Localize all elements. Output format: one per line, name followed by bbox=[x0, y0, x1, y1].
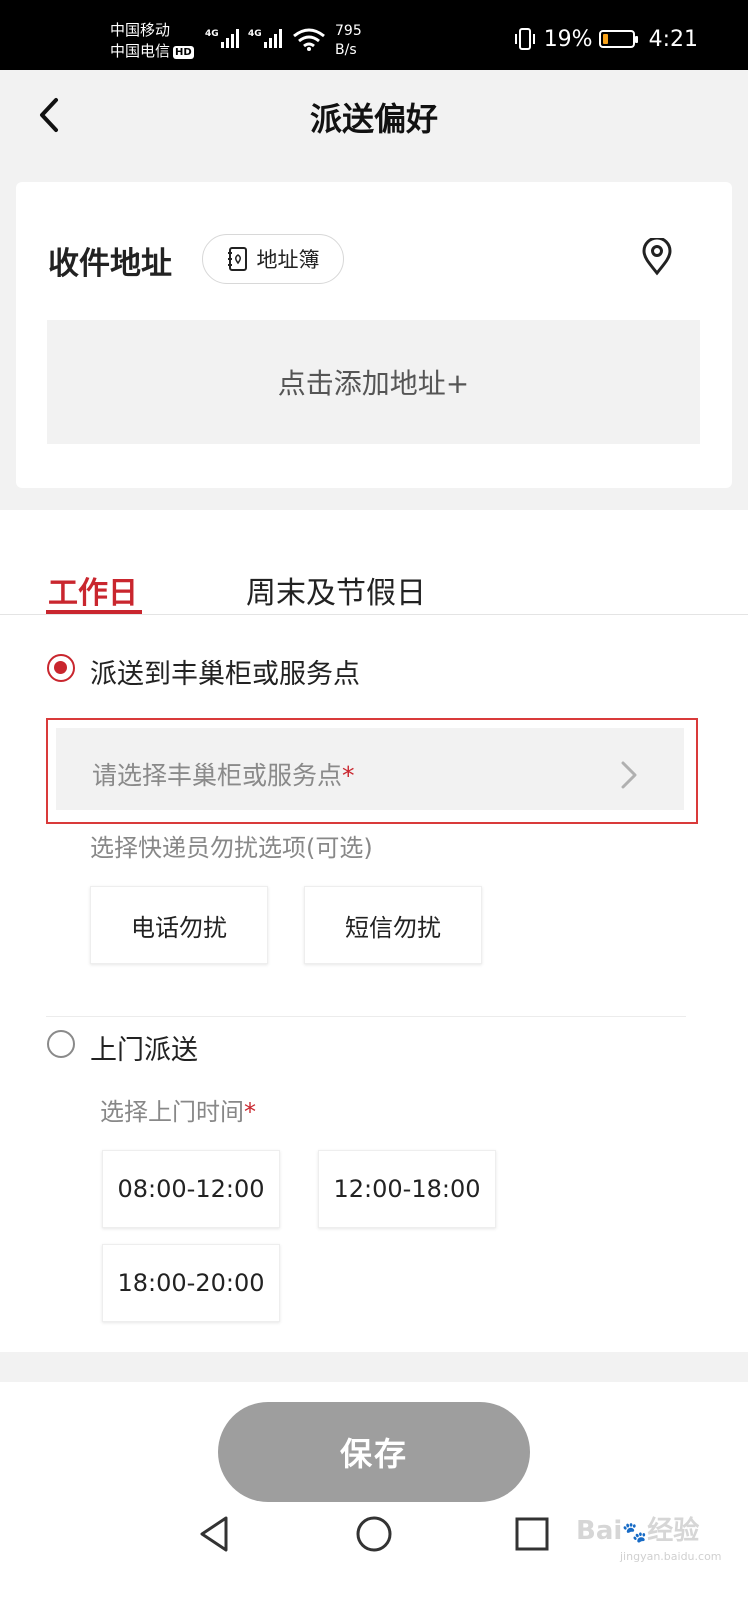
save-button[interactable]: 保存 bbox=[218, 1402, 530, 1502]
chevron-right-icon bbox=[621, 761, 637, 789]
delivery-options-panel: 工作日 周末及节假日 派送到丰巢柜或服务点 请选择丰巢柜或服务点* 选择快递员勿… bbox=[0, 510, 748, 1352]
time-slot-chip[interactable]: 12:00-18:00 bbox=[318, 1150, 496, 1228]
locker-picker-placeholder: 请选择丰巢柜或服务点* bbox=[92, 761, 355, 790]
add-address-button[interactable]: 点击添加地址+ bbox=[47, 320, 700, 444]
locate-button[interactable] bbox=[640, 236, 674, 276]
dnd-sms-chip[interactable]: 短信勿扰 bbox=[304, 886, 482, 964]
network-speed: 795 B/s bbox=[335, 22, 362, 60]
title-bar: 派送偏好 bbox=[0, 70, 748, 180]
carrier-2: 中国电信 bbox=[110, 42, 171, 60]
option-locker-label[interactable]: 派送到丰巢柜或服务点 bbox=[90, 652, 360, 691]
dnd-phone-chip[interactable]: 电话勿扰 bbox=[90, 886, 268, 964]
tab-workday[interactable]: 工作日 bbox=[48, 568, 138, 612]
carrier-1: 中国移动 bbox=[110, 21, 171, 39]
signal-icon-2: 4G bbox=[248, 26, 288, 56]
status-bar: 中国移动 中国电信 HD 4G 4G 795 B/s 19% 4:21 bbox=[0, 0, 748, 70]
net-type-label-2: 4G bbox=[248, 29, 262, 39]
locker-picker-field: 请选择丰巢柜或服务点* bbox=[56, 728, 684, 810]
address-book-label: 地址簿 bbox=[256, 248, 320, 272]
locker-picker[interactable]: 请选择丰巢柜或服务点* bbox=[46, 718, 698, 824]
page-title: 派送偏好 bbox=[309, 100, 438, 138]
options-divider bbox=[46, 1016, 686, 1017]
battery-percent: 19% bbox=[543, 26, 593, 52]
time-required-mark: * bbox=[244, 1098, 256, 1126]
address-title: 收件地址 bbox=[48, 246, 172, 282]
option-door-label[interactable]: 上门派送 bbox=[90, 1028, 198, 1067]
address-card: 收件地址 地址簿 点击添加地址+ bbox=[16, 182, 732, 488]
square-recent-icon[interactable] bbox=[510, 1512, 554, 1556]
clock: 4:21 bbox=[648, 26, 698, 52]
speed-value: 795 bbox=[335, 23, 362, 39]
address-book-icon bbox=[227, 247, 247, 271]
required-mark: * bbox=[342, 761, 355, 790]
address-book-button[interactable]: 地址簿 bbox=[202, 234, 344, 284]
time-hint: 选择上门时间* bbox=[100, 1098, 256, 1126]
carrier-info: 中国移动 中国电信 HD bbox=[110, 20, 194, 62]
bottom-area: 保存 Bai🐾经验 jingyan.baidu.com bbox=[0, 1382, 748, 1600]
vibrate-icon bbox=[514, 28, 535, 50]
status-right: 19% 4:21 bbox=[512, 24, 698, 54]
tabs-divider bbox=[0, 614, 748, 615]
net-type-label: 4G bbox=[205, 29, 219, 39]
radio-locker[interactable] bbox=[47, 654, 75, 682]
wifi-icon bbox=[292, 28, 326, 56]
circle-home-icon[interactable] bbox=[352, 1512, 396, 1556]
watermark: Bai🐾经验 bbox=[576, 1516, 700, 1546]
radio-door[interactable] bbox=[47, 1030, 75, 1058]
dnd-hint: 选择快递员勿扰选项(可选) bbox=[90, 834, 373, 862]
time-slot-chip[interactable]: 18:00-20:00 bbox=[102, 1244, 280, 1322]
battery-icon bbox=[598, 30, 638, 48]
tab-weekend-holiday[interactable]: 周末及节假日 bbox=[246, 568, 426, 612]
watermark-url: jingyan.baidu.com bbox=[620, 1550, 722, 1563]
hd-badge: HD bbox=[173, 46, 194, 59]
triangle-back-icon[interactable] bbox=[194, 1512, 238, 1556]
signal-icon: 4G bbox=[205, 26, 245, 56]
location-pin-icon bbox=[642, 236, 672, 276]
speed-unit: B/s bbox=[335, 42, 357, 58]
battery-level bbox=[602, 34, 608, 44]
time-slot-chip[interactable]: 08:00-12:00 bbox=[102, 1150, 280, 1228]
